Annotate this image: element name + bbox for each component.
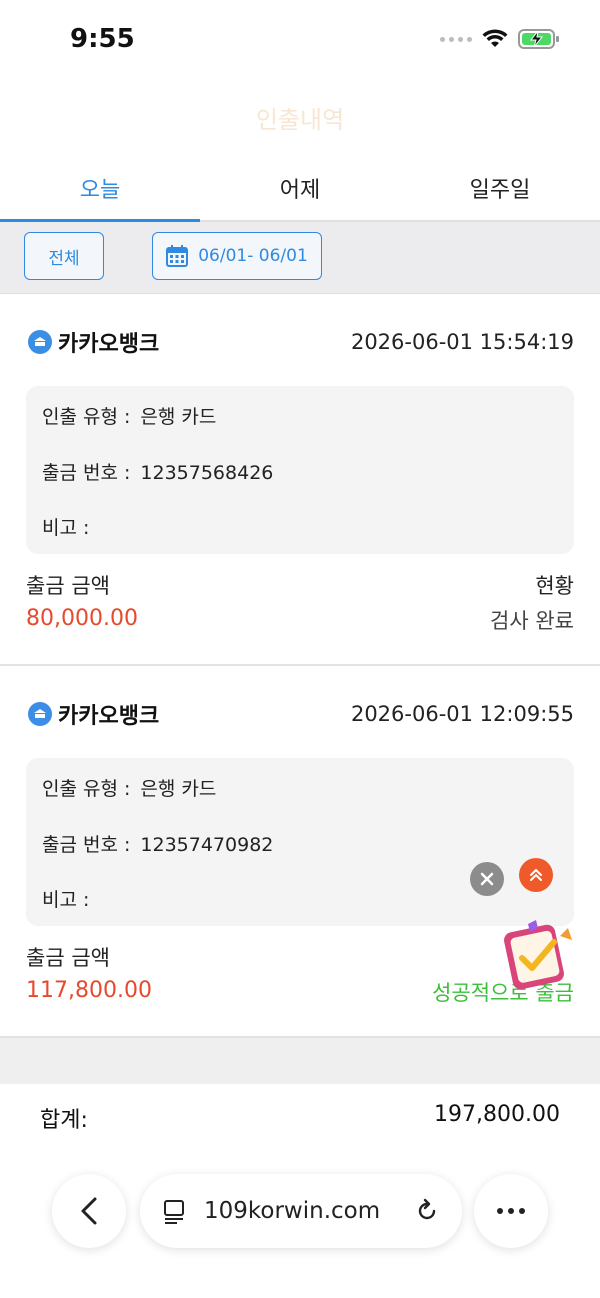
date-range-label: 06/01- 06/01 — [198, 246, 308, 266]
record-info-box: 인출 유형 : 은행 카드 출금 번호 : 12357568426 비고 : — [26, 386, 574, 554]
amount-label: 출금 금액 — [26, 574, 110, 598]
memo-row: 비고 : — [42, 885, 89, 912]
amount-label: 출금 금액 — [26, 946, 110, 970]
memo-label: 비고 : — [42, 517, 90, 539]
status-bar: 9:55 — [0, 0, 600, 80]
tab-week[interactable]: 일주일 — [400, 150, 600, 220]
bank-label: 카카오뱅크 — [58, 332, 160, 357]
address-bar[interactable]: 109korwin.com — [140, 1174, 462, 1248]
close-float-button[interactable] — [470, 862, 504, 896]
tab-yesterday[interactable]: 어제 — [200, 150, 400, 220]
double-chevron-up-icon — [530, 868, 542, 881]
bank-logo-icon — [28, 330, 52, 354]
bank-label: 카카오뱅크 — [58, 704, 160, 729]
page-title: 인출내역 — [255, 106, 345, 134]
withdrawal-type-label: 인출 유형 : — [42, 778, 131, 800]
withdrawal-record: 카카오뱅크 2026-06-01 15:54:19 인출 유형 : 은행 카드 출… — [0, 294, 600, 666]
memo-row: 비고 : — [42, 513, 89, 540]
withdrawal-number-value: 12357470982 — [140, 834, 274, 856]
tab-today[interactable]: 오늘 — [0, 150, 200, 222]
filter-all-button[interactable]: 전체 — [24, 232, 104, 280]
amount-value: 80,000.00 — [26, 606, 138, 631]
record-datetime: 2026-06-01 15:54:19 — [350, 330, 574, 354]
filter-bar: 전체 06/01- 06/01 — [0, 222, 600, 294]
battery-charging-icon — [518, 29, 559, 49]
bank-name: 카카오뱅크 — [28, 326, 159, 358]
withdrawal-number-row: 출금 번호 : 12357568426 — [42, 458, 273, 485]
withdrawal-type-value: 은행 카드 — [140, 778, 217, 800]
total-value: 197,800.00 — [434, 1102, 560, 1127]
url-text: 109korwin.com — [204, 1198, 381, 1224]
bank-logo-icon — [28, 702, 52, 726]
more-dots-icon — [497, 1208, 525, 1214]
memo-label: 비고 : — [42, 889, 90, 911]
wifi-icon — [482, 29, 508, 47]
withdrawal-type-label: 인출 유형 : — [42, 406, 131, 428]
spacer — [0, 1038, 600, 1084]
status-label: 현황 — [535, 574, 574, 598]
gift-checklist-icon — [504, 920, 572, 990]
chevron-left-icon — [81, 1197, 97, 1225]
reload-icon[interactable] — [414, 1198, 440, 1224]
withdrawal-number-label: 출금 번호 : — [42, 834, 131, 856]
record-datetime: 2026-06-01 12:09:55 — [350, 702, 574, 726]
status-value: 검사 완료 — [490, 609, 574, 633]
record-info-box: 인출 유형 : 은행 카드 출금 번호 : 12357470982 비고 : — [26, 758, 574, 926]
bank-name: 카카오뱅크 — [28, 698, 159, 730]
status-icons — [440, 28, 560, 50]
scroll-top-button[interactable] — [519, 858, 553, 892]
close-icon — [480, 872, 494, 886]
status-time: 9:55 — [70, 24, 135, 54]
amount-value: 117,800.00 — [26, 978, 152, 1003]
record-header: 카카오뱅크 2026-06-01 12:09:55 — [28, 698, 574, 730]
more-options-button[interactable] — [474, 1174, 548, 1248]
withdrawal-number-label: 출금 번호 : — [42, 462, 131, 484]
calendar-icon — [166, 245, 189, 267]
page-menu-icon — [164, 1200, 184, 1224]
promo-widget[interactable] — [498, 914, 580, 996]
record-header: 카카오뱅크 2026-06-01 15:54:19 — [28, 326, 574, 358]
withdrawal-number-row: 출금 번호 : 12357470982 — [42, 830, 273, 857]
date-tabs: 오늘 어제 일주일 — [0, 150, 600, 222]
back-button[interactable] — [52, 1174, 126, 1248]
date-range-button[interactable]: 06/01- 06/01 — [152, 232, 322, 280]
cellular-signal-icon — [440, 36, 472, 42]
total-label: 합계: — [40, 1108, 88, 1133]
total-row: 합계: 197,800.00 — [0, 1084, 600, 1148]
withdrawal-type-value: 은행 카드 — [140, 406, 217, 428]
withdrawal-number-value: 12357568426 — [140, 462, 274, 484]
browser-toolbar: 109korwin.com — [0, 1168, 600, 1298]
withdrawal-type-row: 인출 유형 : 은행 카드 — [42, 774, 216, 801]
withdrawal-type-row: 인출 유형 : 은행 카드 — [42, 402, 216, 429]
